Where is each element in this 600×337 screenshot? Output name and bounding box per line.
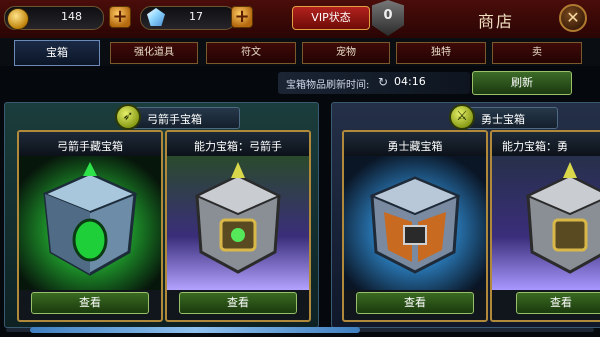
warrior-section-header: ⚔ 勇士宝箱 [449,104,558,130]
card-title-bar: 勇士藏宝箱 [344,132,486,156]
tab-runes[interactable]: 符文 [206,42,296,64]
tab-unique[interactable]: 独特 [396,42,486,64]
chest-card-warrior-ability[interactable]: 能力宝箱：勇 查看 [490,130,600,322]
close-button[interactable]: ✕ [559,4,587,32]
gold-value: 148 [61,10,82,23]
scrollbar-thumb[interactable] [30,327,360,333]
card-title-bar: 能力宝箱：弓箭手 [167,132,309,156]
warrior-ability-chest-icon [492,156,600,290]
tab-enhance-items[interactable]: 强化道具 [110,42,198,64]
warrior-treasure-chest-icon [344,156,486,290]
archer-ability-chest-icon [167,156,309,290]
archer-bow-icon: ➶ [115,104,141,130]
chest-card-archer-treasure[interactable]: 弓箭手藏宝箱 查看 [17,130,163,322]
top-bar: 148 + 17 + VIP状态 0 商店 ✕ [0,0,600,40]
refresh-icon: ↻ [378,75,389,89]
card-title: 勇士藏宝箱 [387,140,443,153]
warrior-sword-icon: ⚔ [449,104,475,130]
tab-chests[interactable]: 宝箱 [14,40,100,66]
card-title-bar: 弓箭手藏宝箱 [19,132,161,156]
diamond-icon [147,8,165,26]
chest-card-archer-ability[interactable]: 能力宝箱：弓箭手 查看 [165,130,311,322]
section-title: 勇士宝箱 [481,113,525,126]
category-tabs: 宝箱 强化道具 符文 宠物 独特 卖 [0,38,600,66]
archer-section-header: ➶ 弓箭手宝箱 [115,104,240,130]
tab-sell[interactable]: 卖 [492,42,582,64]
gold-counter: 148 [4,6,104,30]
vip-level: 0 [383,8,393,23]
tab-pets[interactable]: 宠物 [302,42,390,64]
chest-card-warrior-treasure[interactable]: 勇士藏宝箱 查看 [342,130,488,322]
refresh-time: 04:16 [394,75,426,88]
card-title-bar: 能力宝箱：勇 [492,132,600,156]
card-title: 弓箭手藏宝箱 [57,140,123,153]
view-button[interactable]: 查看 [179,292,297,314]
gem-value: 17 [189,10,203,23]
gem-counter: 17 [140,6,236,30]
card-title: 能力宝箱：勇 [502,140,568,153]
refresh-label: 宝箱物品刷新时间: [286,80,370,91]
page-title: 商店 [478,12,515,31]
refresh-button[interactable]: 刷新 [472,71,572,95]
view-button[interactable]: 查看 [356,292,474,314]
gold-coin-icon [7,8,29,30]
section-title: 弓箭手宝箱 [147,113,202,126]
add-gold-button[interactable]: + [109,6,131,28]
refresh-timer: 宝箱物品刷新时间: ↻ 04:16 [278,72,470,94]
add-gems-button[interactable]: + [231,6,253,28]
card-title: 能力宝箱：弓箭手 [194,140,282,153]
vip-status-button[interactable]: VIP状态 [292,6,370,30]
view-button[interactable]: 查看 [31,292,149,314]
view-button[interactable]: 查看 [516,292,600,314]
archer-treasure-chest-icon [19,156,161,290]
